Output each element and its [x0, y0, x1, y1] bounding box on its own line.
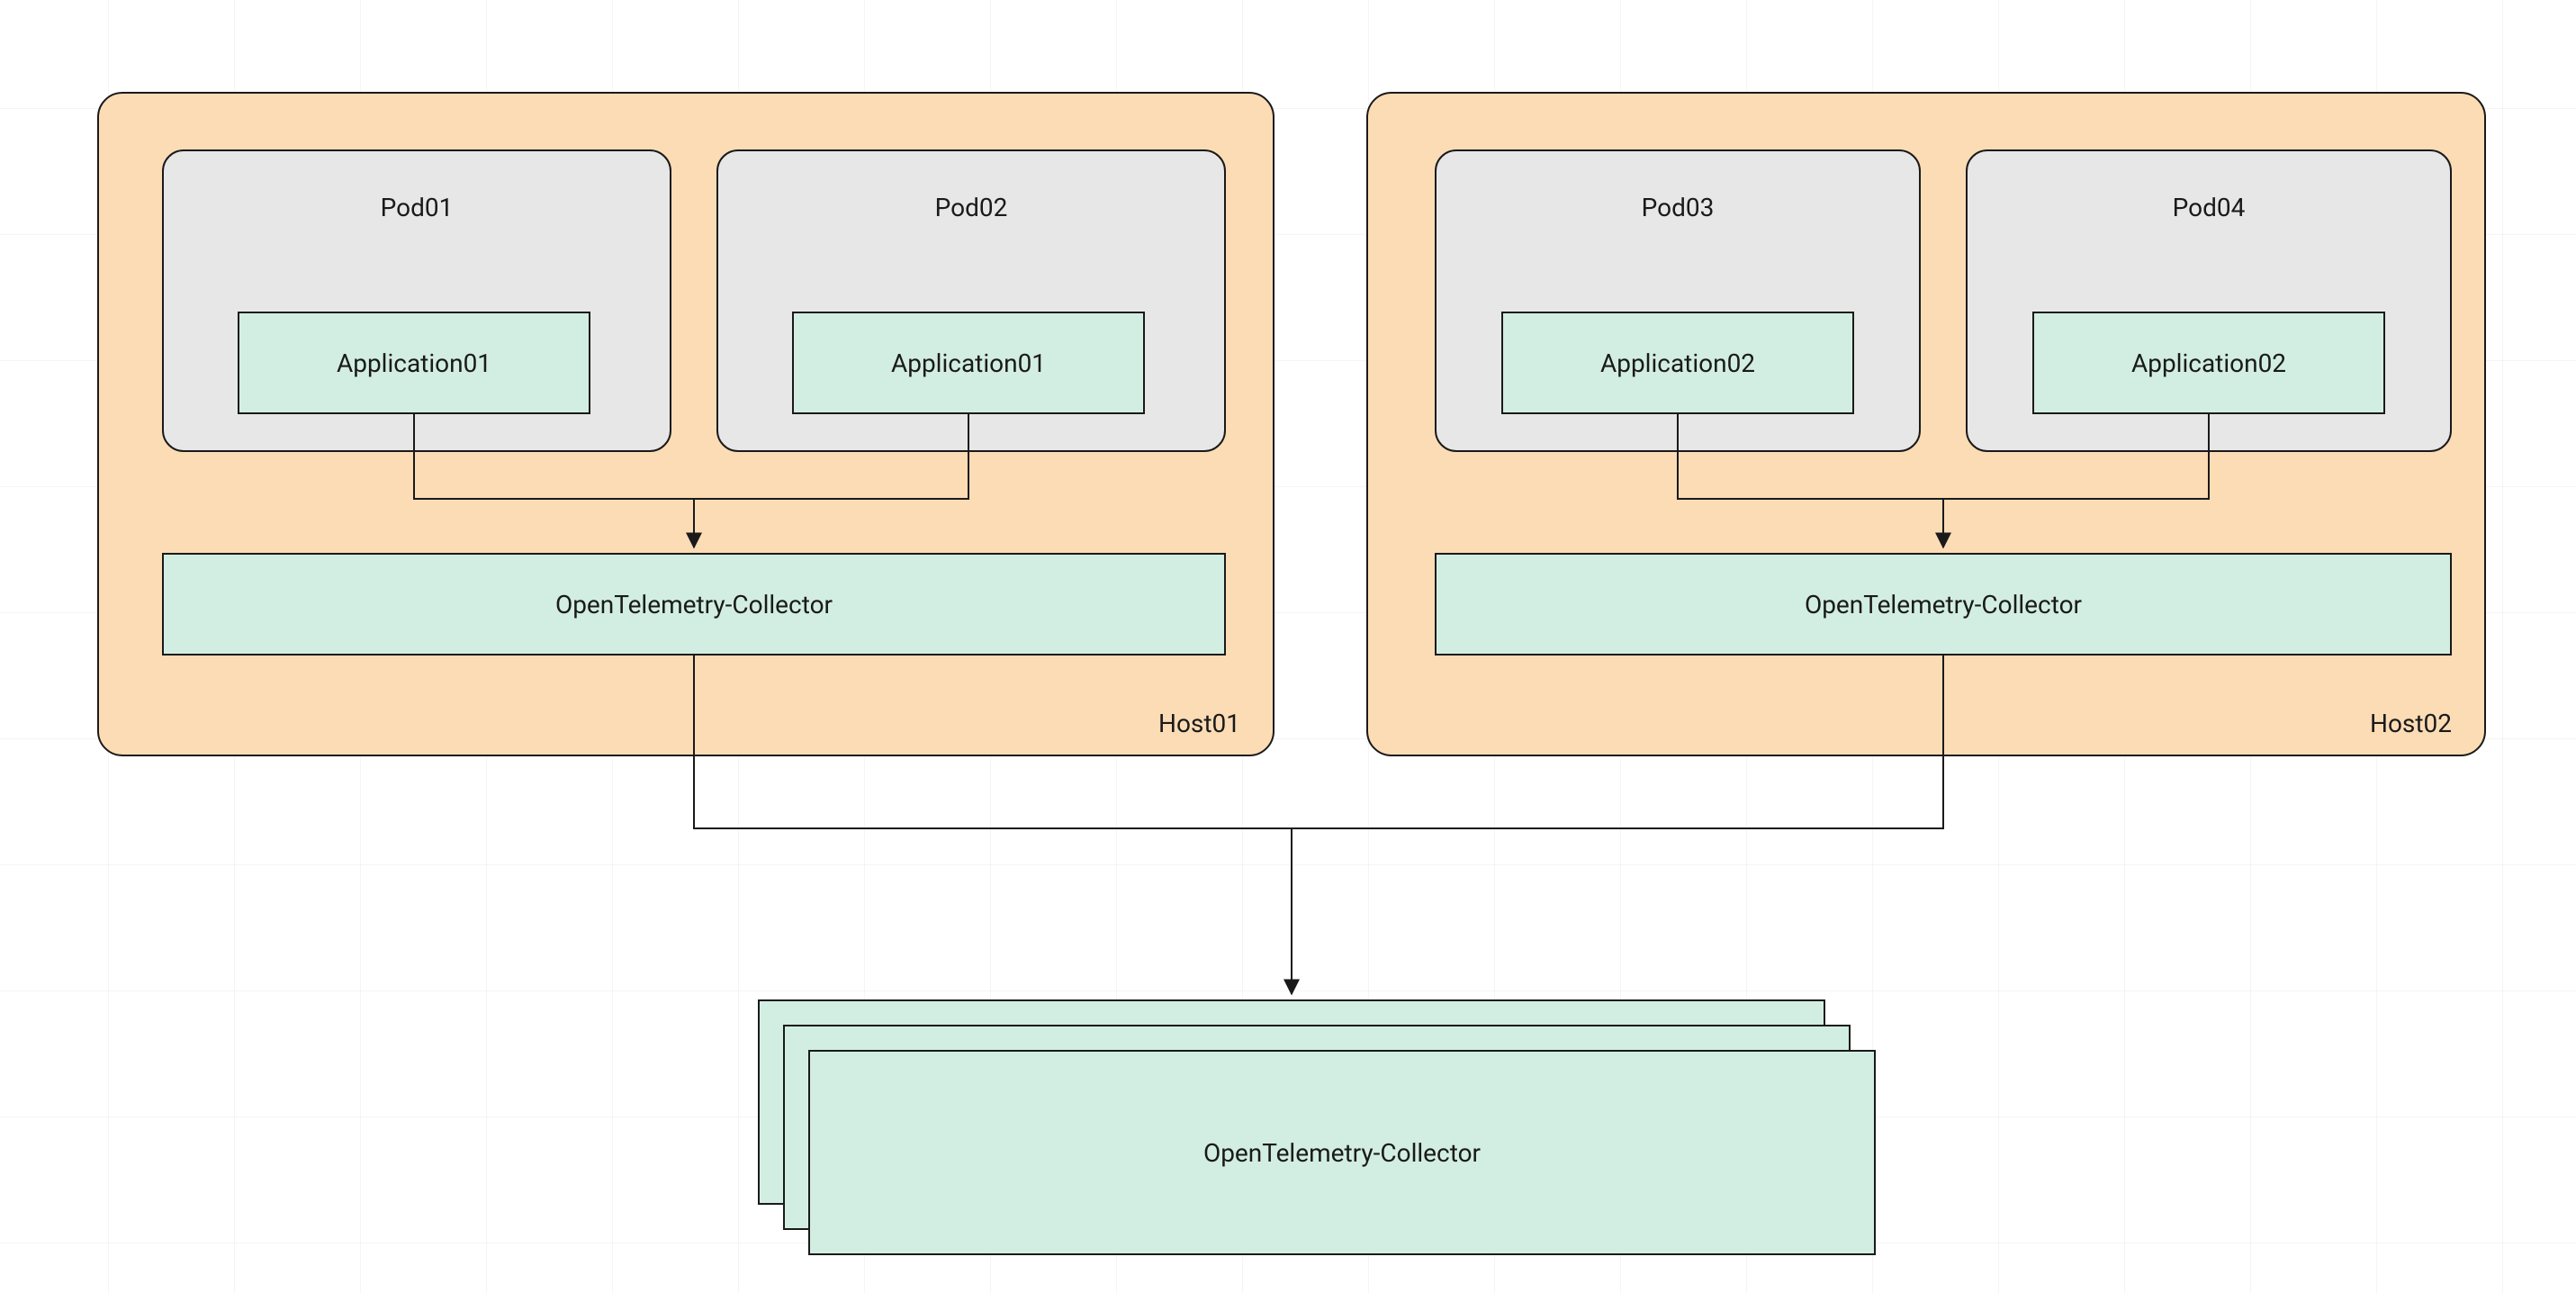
diagram-layer: Host01 Pod01 Application01 Pod02 Applica… [0, 0, 2576, 1293]
edge-app1-merge [414, 414, 694, 499]
edge-app3-merge [1678, 414, 1943, 499]
edge-app2-merge [694, 414, 968, 499]
edge-hostcol2-merge [1292, 656, 1943, 828]
diagram-canvas: Host01 Pod01 Application01 Pod02 Applica… [0, 0, 2576, 1293]
edge-hostcol1-merge [694, 656, 1292, 828]
edge-app4-merge [1943, 414, 2209, 499]
edges-layer [0, 0, 2576, 1293]
